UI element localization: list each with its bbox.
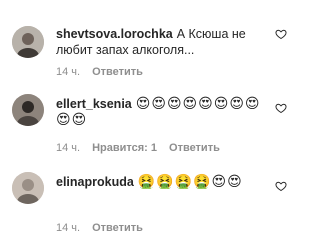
reply-button[interactable]: Ответить (92, 66, 143, 78)
comment-text: ellert_ksenia 😍😍😍😍😍😍😍😍😍😍 (56, 96, 273, 128)
comment-meta: 14 ч. Ответить (56, 222, 155, 234)
heart-icon[interactable] (275, 180, 287, 192)
avatar-image (12, 26, 44, 58)
comment-text: elinaprokuda 🤮🤮🤮🤮😍😍 (56, 174, 273, 190)
reply-button[interactable]: Ответить (169, 142, 220, 154)
comment-time[interactable]: 14 ч. (56, 66, 80, 78)
comment-time[interactable]: 14 ч. (56, 222, 80, 234)
comment-body: 🤮🤮🤮🤮😍😍 (137, 174, 243, 190)
likes-count[interactable]: Нравится: 1 (92, 142, 157, 154)
avatar[interactable] (12, 94, 44, 126)
avatar[interactable] (12, 172, 44, 204)
heart-icon[interactable] (275, 28, 287, 40)
avatar[interactable] (12, 26, 44, 58)
comment-text: shevtsova.lorochka А Ксюша не любит запах… (56, 26, 273, 58)
avatar-image (12, 172, 44, 204)
comment-meta: 14 ч. Нравится: 1 Ответить (56, 142, 232, 154)
comment-username[interactable]: shevtsova.lorochka (56, 27, 173, 41)
comment-meta: 14 ч. Ответить (56, 66, 155, 78)
avatar-image (12, 94, 44, 126)
heart-icon[interactable] (275, 102, 287, 114)
comment-username[interactable]: ellert_ksenia (56, 97, 132, 111)
reply-button[interactable]: Ответить (92, 222, 143, 234)
comment-username[interactable]: elinaprokuda (56, 175, 134, 189)
comment-time[interactable]: 14 ч. (56, 142, 80, 154)
